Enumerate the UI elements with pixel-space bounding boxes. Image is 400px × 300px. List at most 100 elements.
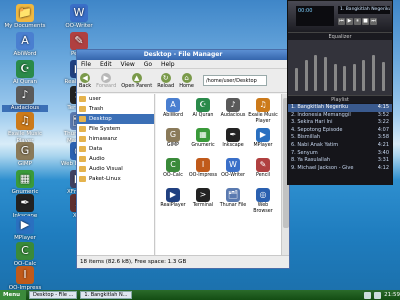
eq-slider[interactable] [295, 68, 299, 91]
file-label: OO-Impress [188, 173, 218, 178]
home-icon: ⌂ [181, 72, 192, 83]
eq-slider[interactable] [352, 64, 356, 91]
desktop-icon-label: AbiWord [13, 51, 37, 57]
desktop-icon-exaile-music-player[interactable]: ♫ Exaile Music Player [2, 112, 48, 145]
play-icon[interactable]: ▶ [346, 18, 353, 25]
home-label: Home [179, 82, 194, 89]
file-label: OO-Calc [163, 173, 183, 178]
desktop-icon-mplayer[interactable]: ▶ MPlayer [2, 216, 48, 242]
file-item[interactable]: ☪ Al Quran [188, 97, 218, 127]
playlist-item[interactable]: 6. Nabi Anak Yatim 4:21 [288, 142, 392, 150]
folder-icon [79, 146, 86, 152]
pause-icon[interactable]: ⏸ [354, 18, 361, 25]
playlist-item[interactable]: 2. Indonesia Memanggil 3:52 [288, 112, 392, 120]
file-item[interactable]: A AbiWord [158, 97, 188, 127]
desktop-icon-oo-calc[interactable]: C OO-Calc [2, 242, 48, 268]
eq-slider[interactable] [314, 55, 318, 91]
file-label: Thunar File [219, 203, 247, 208]
track-duration: 4:07 [377, 126, 389, 133]
file-item[interactable]: > Terminal [188, 187, 218, 217]
app-icon: ♫ [16, 112, 34, 130]
desktop-icon-gnumeric[interactable]: ▦ Gnumeric [2, 170, 48, 196]
file-item[interactable]: I OO-Impress [188, 157, 218, 187]
open-parent-button[interactable]: ▲ Open Parent [121, 72, 152, 89]
file-item[interactable]: ✎ Pencil [248, 157, 278, 187]
file-icon: W [226, 158, 240, 172]
file-item[interactable]: ▶ RealPlayer [158, 187, 188, 217]
sidebar-item-paket-linux[interactable]: Paket-Linux [77, 174, 154, 184]
track-title: 9. Michael Jackson - Give [291, 164, 354, 171]
eq-slider[interactable] [381, 62, 385, 91]
eq-slider[interactable] [362, 60, 366, 91]
file-item[interactable]: ♫ Exaile Music Player [248, 97, 278, 127]
music-player: 00:00 1. Bangkitlah Negeriku (4:15) ⏮ ▶ … [287, 0, 393, 185]
sidebar-item-himawanz[interactable]: himawanz [77, 134, 154, 144]
file-label: Al Quran [192, 113, 214, 118]
file-icon: ◎ [256, 188, 270, 202]
volume-icon[interactable] [374, 291, 382, 299]
desktop-icon-audacious[interactable]: ♪ Audacious [2, 86, 48, 112]
app-icon: ✎ [70, 32, 88, 50]
sidebar-item-audio-visual[interactable]: Audio Visual [77, 164, 154, 174]
playlist-item[interactable]: 1. Bangkitlah Negeriku 4:15 [288, 104, 392, 112]
sidebar-item-label: Trash [89, 106, 104, 112]
file-icon: > [196, 188, 210, 202]
menu-go[interactable]: Go [144, 61, 152, 68]
playlist-item[interactable]: 4. Sepotong Episode 4:07 [288, 127, 392, 135]
window-title[interactable]: Desktop - File Manager [77, 50, 289, 60]
menu-help[interactable]: Help [161, 61, 175, 68]
start-menu-button[interactable]: Menu [0, 290, 26, 300]
file-item[interactable]: 🗂 Thunar File [218, 187, 248, 217]
playlist-item[interactable]: 7. Senyum 3:40 [288, 150, 392, 158]
sidebar-item-desktop[interactable]: Desktop [77, 114, 154, 124]
menubar: File Edit View Go Help [77, 60, 289, 69]
file-item[interactable]: ▶ MPlayer [248, 127, 278, 157]
desktop-icon-al-quran[interactable]: ☪ Al Quran [2, 60, 48, 86]
next-icon[interactable]: ⏭ [370, 18, 377, 25]
back-button[interactable]: ◀ Back [79, 72, 91, 89]
desktop-icon-oo-impress[interactable]: I OO-Impress [2, 266, 48, 292]
file-icon: ✒ [226, 128, 240, 142]
playlist-item[interactable]: 9. Michael Jackson - Give 4:12 [288, 165, 392, 173]
desktop-icon-my-documents[interactable]: 📁 My Documents [2, 4, 48, 30]
folder-icon [79, 176, 86, 182]
menu-file[interactable]: File [81, 61, 91, 68]
menu-view[interactable]: View [121, 61, 135, 68]
reload-button[interactable]: ↻ Reload [157, 72, 174, 89]
sidebar-item-data[interactable]: Data [77, 144, 154, 154]
prev-icon[interactable]: ⏮ [338, 18, 345, 25]
taskbar-window-player[interactable]: 1. Bangkitlah N... [80, 291, 132, 299]
sidebar-item-trash[interactable]: Trash [77, 104, 154, 114]
eq-slider[interactable] [372, 55, 376, 91]
file-item[interactable]: G GIMP [158, 127, 188, 157]
home-button[interactable]: ⌂ Home [179, 72, 194, 89]
sidebar-item-audio[interactable]: Audio [77, 154, 154, 164]
file-icon: ✎ [256, 158, 270, 172]
eq-slider[interactable] [304, 60, 308, 91]
desktop-icon-gimp[interactable]: G GIMP [2, 142, 48, 168]
sidebar-item-user[interactable]: user [77, 94, 154, 104]
track-duration: 3:58 [377, 134, 389, 141]
stop-icon[interactable]: ■ [362, 18, 369, 25]
eq-slider[interactable] [343, 66, 347, 91]
file-item[interactable]: ▦ Gnumeric [188, 127, 218, 157]
app-icon: ☪ [16, 60, 34, 78]
file-item[interactable]: C OO-Calc [158, 157, 188, 187]
taskbar-window-file-manager[interactable]: Desktop - File ... [29, 291, 78, 299]
desktop-icon-abiword[interactable]: A AbiWord [2, 32, 48, 58]
sidebar-item-file-system[interactable]: File System [77, 124, 154, 134]
eq-slider[interactable] [324, 57, 328, 91]
eq-slider[interactable] [333, 64, 337, 91]
menu-edit[interactable]: Edit [100, 61, 112, 68]
playlist-item[interactable]: 8. Ya Rasulallah 3:31 [288, 157, 392, 165]
file-item[interactable]: ✒ Inkscape [218, 127, 248, 157]
forward-button[interactable]: ▶ Forward [96, 72, 116, 89]
file-item[interactable]: ♪ Audacious [218, 97, 248, 127]
network-icon[interactable] [364, 291, 372, 299]
location-bar[interactable]: /home/user/Desktop [202, 75, 267, 86]
playlist-item[interactable]: 3. Sekira Hari Ini 3:22 [288, 119, 392, 127]
playlist-item[interactable]: 5. Bismillah 3:58 [288, 134, 392, 142]
file-item[interactable]: W OO-Writer [218, 157, 248, 187]
file-item[interactable]: ◎ Web Browser [248, 187, 278, 217]
desktop-icon-oo-writer[interactable]: W OO-Writer [56, 4, 102, 30]
